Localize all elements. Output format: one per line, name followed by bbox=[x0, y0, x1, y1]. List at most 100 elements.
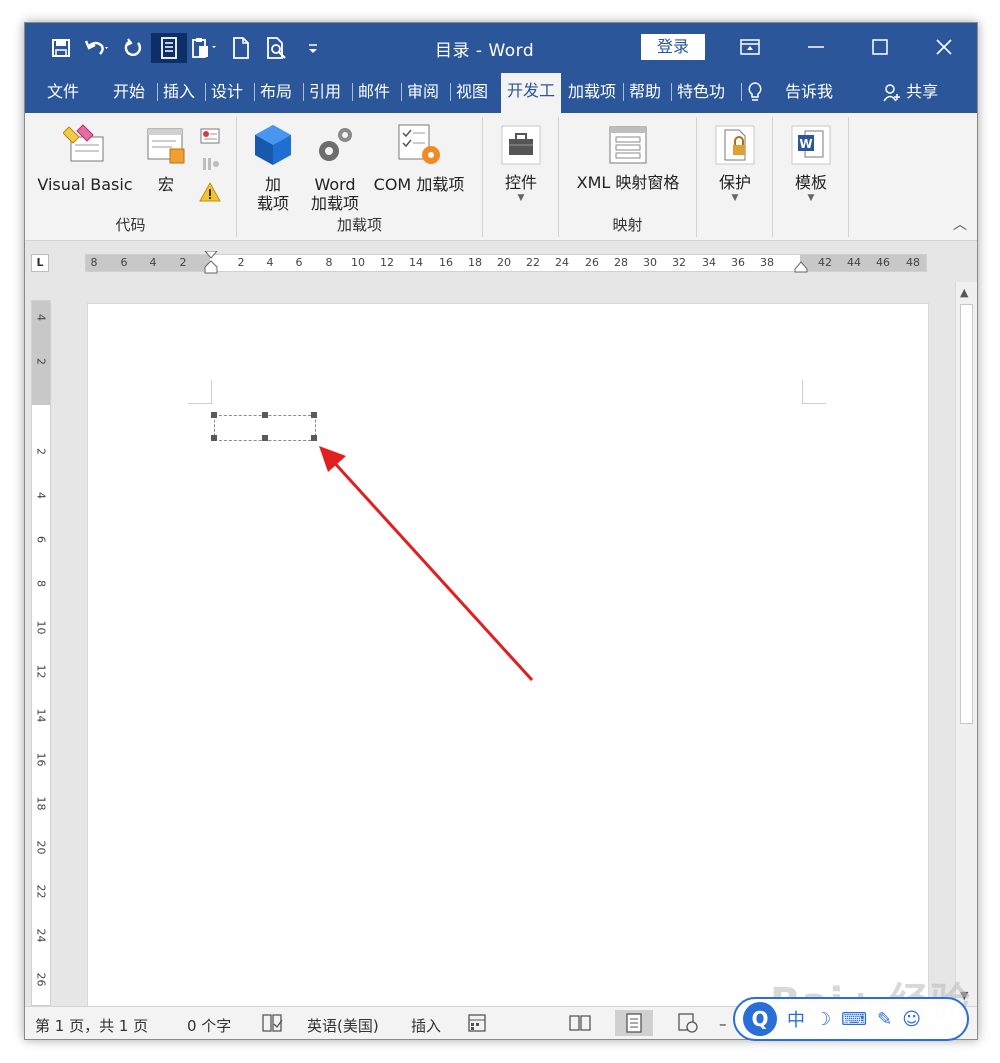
word-window: 目录 - Word 登录 文件 开始 插入 设计 布局 引用 邮件 审阅 视图 … bbox=[24, 22, 978, 1040]
group-code: Visual Basic 宏 代码 bbox=[25, 117, 237, 237]
scroll-thumb[interactable] bbox=[960, 304, 973, 724]
ime-toolbar[interactable]: Q 中 ☽ ⌨ ✎ ☺ bbox=[733, 997, 969, 1041]
redo-icon[interactable] bbox=[115, 33, 151, 63]
collapse-ribbon-icon[interactable]: ︿ bbox=[953, 214, 967, 234]
new-doc-icon[interactable] bbox=[223, 33, 259, 63]
ruler-tick-label: 34 bbox=[702, 256, 716, 269]
proofing-icon[interactable] bbox=[261, 1013, 283, 1037]
tab-help[interactable]: 帮助 bbox=[623, 77, 667, 107]
ribbon-tabs: 文件 开始 插入 设计 布局 引用 邮件 审阅 视图 开发工 加载项 帮助 特色… bbox=[25, 71, 977, 113]
login-button[interactable]: 登录 bbox=[641, 34, 705, 60]
language-indicator[interactable]: 英语(美国) bbox=[307, 1015, 379, 1036]
ime-keyboard-icon[interactable]: ⌨ bbox=[841, 1009, 867, 1030]
tab-file[interactable]: 文件 bbox=[41, 77, 85, 107]
xml-mapping-pane-button[interactable]: XML 映射窗格 bbox=[563, 125, 693, 192]
tab-design[interactable]: 设计 bbox=[205, 77, 249, 107]
ribbon-display-icon[interactable] bbox=[727, 32, 773, 62]
form-icon[interactable] bbox=[151, 33, 187, 63]
ruler-tick-label: 12 bbox=[380, 256, 394, 269]
zoom-out-icon[interactable]: – bbox=[719, 1015, 727, 1033]
minimize-icon[interactable] bbox=[793, 32, 839, 62]
tab-view[interactable]: 视图 bbox=[450, 77, 494, 107]
title-bar: 目录 - Word 登录 bbox=[25, 23, 977, 71]
undo-icon[interactable] bbox=[79, 33, 115, 63]
templates-button[interactable]: W 模板 ▼ bbox=[783, 125, 839, 204]
addins-button[interactable]: 加 载项 bbox=[251, 123, 295, 213]
vertical-ruler-tick-label: 4 bbox=[34, 314, 48, 321]
resize-handle[interactable] bbox=[211, 435, 217, 441]
protect-button[interactable]: 保护 ▼ bbox=[707, 125, 763, 204]
paste-icon[interactable] bbox=[187, 33, 223, 63]
group-addins: 加 载项 Word 加载项 COM 加载项 加载项 bbox=[237, 117, 483, 237]
right-indent-marker-icon[interactable] bbox=[794, 261, 808, 273]
ruler-tick-label: 42 bbox=[818, 256, 832, 269]
tab-references[interactable]: 引用 bbox=[303, 77, 347, 107]
tab-layout[interactable]: 布局 bbox=[254, 77, 298, 107]
tab-review[interactable]: 审阅 bbox=[401, 77, 445, 107]
ime-logo[interactable]: Q bbox=[743, 1002, 777, 1036]
ruler-tick-label: 6 bbox=[295, 256, 303, 269]
ruler-tick-label: 36 bbox=[731, 256, 745, 269]
resize-handle[interactable] bbox=[262, 435, 268, 441]
ruler-tick-label: 16 bbox=[439, 256, 453, 269]
resize-handle[interactable] bbox=[262, 412, 268, 418]
share-button[interactable]: 共享 bbox=[877, 77, 944, 107]
resize-handle[interactable] bbox=[311, 412, 317, 418]
tab-addins[interactable]: 加载项 bbox=[562, 77, 622, 107]
content-control[interactable] bbox=[211, 412, 317, 441]
vertical-scrollbar[interactable]: ▲ ▼ bbox=[955, 282, 977, 1006]
ime-smile-icon[interactable]: ☺ bbox=[902, 1009, 921, 1030]
indent-marker-icon[interactable] bbox=[204, 251, 218, 281]
visual-basic-label: Visual Basic bbox=[37, 175, 133, 194]
tab-home[interactable]: 开始 bbox=[107, 77, 151, 107]
tab-mailings[interactable]: 邮件 bbox=[352, 77, 396, 107]
vertical-ruler-tick-label: 22 bbox=[34, 884, 48, 899]
tab-selector[interactable]: L bbox=[31, 254, 49, 272]
macro-recording-icon[interactable] bbox=[467, 1013, 487, 1037]
print-preview-icon[interactable] bbox=[259, 33, 295, 63]
resize-handle[interactable] bbox=[211, 412, 217, 418]
word-count[interactable]: 0 个字 bbox=[187, 1015, 231, 1036]
vertical-ruler-tick-label: 14 bbox=[34, 708, 48, 723]
vertical-ruler-tick-label: 18 bbox=[34, 796, 48, 811]
web-layout-icon[interactable] bbox=[669, 1010, 707, 1036]
macro-button[interactable]: 宏 bbox=[141, 123, 191, 194]
ruler-tick-label: 18 bbox=[468, 256, 482, 269]
vertical-ruler[interactable]: 4 2 2 4 6 8 10 12 14 16 18 20 22 24 26 bbox=[31, 300, 51, 1006]
save-icon[interactable] bbox=[43, 33, 79, 63]
read-mode-icon[interactable] bbox=[561, 1010, 599, 1036]
group-mapping: XML 映射窗格 映射 bbox=[559, 117, 697, 237]
left-margin-area bbox=[86, 255, 210, 271]
com-addins-button[interactable]: COM 加载项 bbox=[367, 123, 471, 194]
ime-mode[interactable]: 中 bbox=[787, 1006, 805, 1032]
record-macro-icon[interactable] bbox=[199, 125, 221, 147]
page-count[interactable]: 第 1 页，共 1 页 bbox=[35, 1015, 148, 1036]
tab-features[interactable]: 特色功 bbox=[671, 77, 731, 107]
resize-handle[interactable] bbox=[311, 435, 317, 441]
horizontal-ruler[interactable]: 8 6 4 2 2 4 6 8 10 12 14 16 18 20 22 24 26 28 30 32 34 36 38 42… bbox=[85, 251, 927, 274]
controls-button[interactable]: 控件 ▼ bbox=[493, 125, 549, 204]
tab-insert[interactable]: 插入 bbox=[157, 77, 201, 107]
group-protect: 保护 ▼ bbox=[697, 117, 773, 237]
ruler-tick-label: 38 bbox=[760, 256, 774, 269]
addins-icon bbox=[251, 123, 295, 171]
scroll-up-icon[interactable]: ▲ bbox=[960, 286, 968, 299]
word-addins-button[interactable]: Word 加载项 bbox=[305, 123, 365, 213]
lightbulb-icon[interactable] bbox=[741, 77, 769, 107]
controls-dropdown-icon: ▼ bbox=[517, 193, 525, 203]
maximize-icon[interactable] bbox=[857, 32, 903, 62]
document-page[interactable] bbox=[87, 303, 929, 1009]
tab-developer[interactable]: 开发工 bbox=[501, 73, 562, 113]
print-layout-icon[interactable] bbox=[615, 1010, 653, 1036]
macro-security-icon[interactable] bbox=[199, 181, 221, 203]
group-controls: 控件 ▼ bbox=[483, 117, 559, 237]
close-icon[interactable] bbox=[921, 32, 967, 62]
insert-mode[interactable]: 插入 bbox=[411, 1015, 441, 1036]
ime-punctuation-icon[interactable]: ☽ bbox=[815, 1009, 831, 1030]
ruler-row: L 8 6 4 2 2 4 6 8 10 12 14 16 18 20 22 24 26 28 30 32 34 36 38… bbox=[25, 242, 977, 282]
visual-basic-button[interactable]: Visual Basic bbox=[35, 123, 135, 194]
customize-icon[interactable] bbox=[295, 33, 331, 63]
tell-me-search[interactable]: 告诉我 bbox=[779, 77, 839, 107]
ruler-tick-label: 8 bbox=[90, 256, 98, 269]
ime-tools-icon[interactable]: ✎ bbox=[877, 1009, 892, 1030]
